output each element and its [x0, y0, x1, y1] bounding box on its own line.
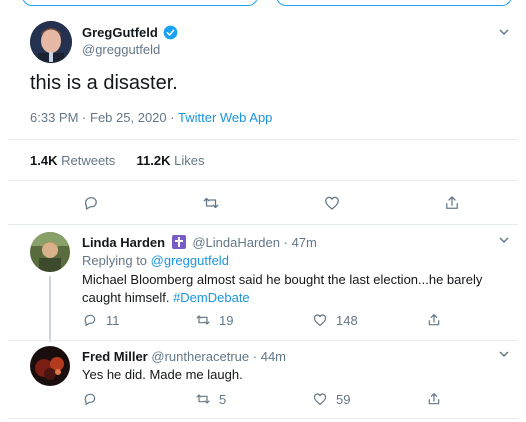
retweet-icon	[196, 394, 210, 404]
reply-header: Linda Harden @LindaHarden · 47m	[82, 235, 317, 250]
avatar-runtheracetrue[interactable]	[30, 346, 70, 386]
retweet-icon	[196, 315, 210, 325]
reply-author-name[interactable]: Fred Miller	[82, 349, 148, 364]
retweet-button[interactable]: 5	[195, 391, 226, 407]
share-icon	[446, 196, 458, 209]
replying-to-handle[interactable]: @greggutfeld	[151, 253, 229, 268]
retweet-button[interactable]: 19	[195, 312, 233, 328]
heart-icon	[325, 196, 339, 210]
reply-chevron-down-icon[interactable]	[496, 346, 512, 362]
reply-count: 11	[106, 312, 120, 328]
likes-stat[interactable]: 11.2K Likes	[137, 153, 205, 168]
divider	[8, 224, 518, 225]
main-author-name[interactable]: GregGutfeld	[82, 25, 158, 40]
main-tweet-chevron-down-icon[interactable]	[496, 24, 512, 40]
retweets-label: Retweets	[61, 153, 116, 168]
main-tweet-text: this is a disaster.	[30, 72, 178, 94]
reply-button[interactable]: 11	[82, 312, 120, 328]
meta-separator: ·	[252, 349, 258, 364]
divider	[8, 139, 518, 140]
reply-text-line-1: Michael Bloomberg almost said he bought …	[82, 272, 483, 287]
meta-separator: ·	[82, 110, 87, 125]
reply-icon	[84, 393, 96, 405]
reply-icon	[84, 197, 97, 210]
likes-count: 11.2K	[136, 153, 171, 168]
reply-header: Fred Miller @runtheracetrue · 44m	[82, 349, 286, 364]
share-icon	[428, 393, 440, 405]
divider	[8, 418, 518, 419]
reply-text: Michael Bloomberg almost said he bought …	[82, 271, 512, 307]
top-button-left[interactable]	[22, 0, 258, 6]
retweet-count: 19	[219, 312, 234, 328]
divider	[8, 180, 518, 181]
main-tweet-meta: 6:33 PM · Feb 25, 2020 · Twitter Web App	[30, 110, 272, 125]
retweet-button[interactable]	[202, 194, 220, 212]
meta-separator: ·	[283, 235, 288, 250]
like-count: 148	[336, 312, 358, 328]
main-author-handle[interactable]: @greggutfeld	[82, 42, 160, 57]
like-count: 59	[336, 391, 351, 407]
meta-separator: ·	[170, 110, 175, 125]
retweets-count: 1.4K	[30, 153, 58, 168]
tweet-stats: 1.4K Retweets 11.2K Likes	[30, 153, 205, 168]
share-button[interactable]	[443, 194, 461, 212]
reply-time[interactable]: 44m	[261, 349, 286, 364]
reply-author-handle[interactable]: @LindaHarden	[192, 235, 280, 250]
reply-button[interactable]	[82, 194, 100, 212]
retweets-stat[interactable]: 1.4K Retweets	[30, 153, 119, 168]
cross-emoji-icon	[171, 235, 186, 249]
reply-chevron-down-icon[interactable]	[496, 232, 512, 248]
verified-badge-icon	[163, 25, 178, 40]
like-button[interactable]	[323, 194, 341, 212]
replying-to-prefix: Replying to	[82, 253, 148, 268]
thread-line	[49, 276, 51, 342]
tweet-source-link[interactable]: Twitter Web App	[178, 110, 272, 125]
like-button[interactable]: 59	[312, 391, 350, 407]
avatar-greggutfeld[interactable]	[30, 21, 72, 63]
likes-label: Likes	[174, 153, 205, 168]
share-icon	[428, 314, 440, 326]
hashtag-link[interactable]: #DemDebate	[173, 290, 250, 305]
avatar-lindaharden[interactable]	[30, 232, 70, 272]
tweet-time[interactable]: 6:33 PM	[30, 110, 78, 125]
reply-text-line-2-text: caught himself.	[82, 290, 170, 305]
reply-text: Yes he did. Made me laugh.	[82, 367, 243, 382]
share-button[interactable]	[426, 391, 442, 407]
reply-time[interactable]: 47m	[292, 235, 317, 250]
top-button-right[interactable]	[276, 0, 512, 6]
tweet-date[interactable]: Feb 25, 2020	[90, 110, 167, 125]
heart-icon	[313, 393, 327, 405]
reply-author-name[interactable]: Linda Harden	[82, 235, 165, 250]
heart-icon	[313, 314, 327, 326]
replying-to: Replying to @greggutfeld	[82, 253, 229, 268]
divider	[8, 340, 518, 341]
reply-author-handle[interactable]: @runtheracetrue	[151, 349, 249, 364]
retweet-count: 5	[219, 391, 227, 407]
reply-text-line-2: caught himself. #DemDebate	[82, 289, 512, 307]
reply-button[interactable]	[82, 391, 98, 407]
like-button[interactable]: 148	[312, 312, 358, 328]
retweet-icon	[203, 197, 219, 209]
reply-icon	[84, 314, 96, 326]
share-button[interactable]	[426, 312, 442, 328]
